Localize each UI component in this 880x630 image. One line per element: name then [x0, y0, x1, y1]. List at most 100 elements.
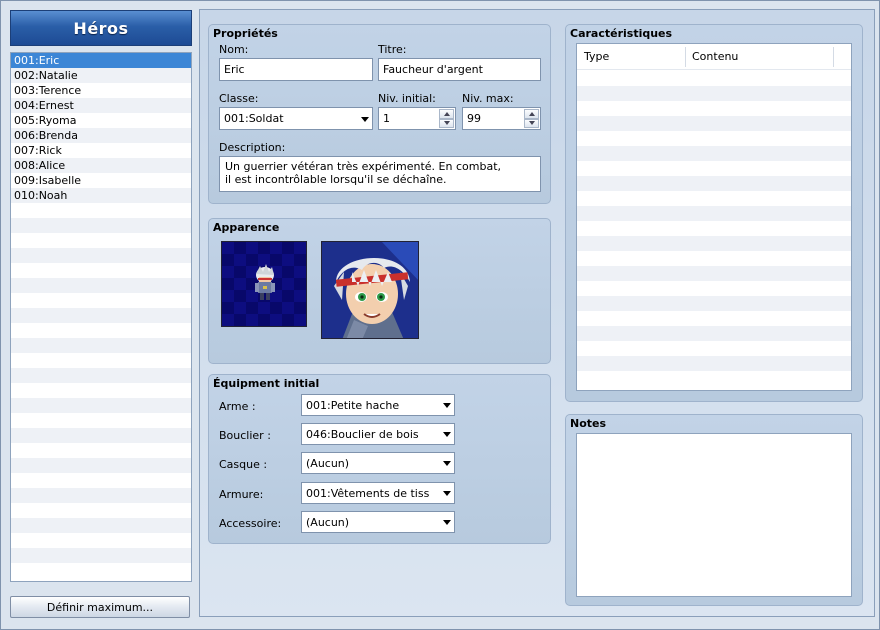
change-maximum-button[interactable]: Définir maximum...	[10, 596, 190, 618]
name-label: Nom:	[219, 43, 249, 56]
spin-down-icon[interactable]	[524, 118, 539, 128]
nickname-input[interactable]: Faucheur d'argent	[378, 58, 541, 81]
hero-list-empty-row[interactable]	[11, 458, 191, 473]
hero-list-empty-row[interactable]	[11, 248, 191, 263]
traits-col-content[interactable]: Contenu	[692, 50, 738, 63]
character-sprite[interactable]	[221, 241, 307, 327]
hero-list-empty-row[interactable]	[11, 413, 191, 428]
hero-list-empty-row[interactable]	[11, 428, 191, 443]
column-divider	[833, 47, 834, 67]
traits-empty-row[interactable]	[577, 266, 851, 281]
shield-value: 046:Bouclier de bois	[306, 427, 419, 441]
hero-list-empty-row[interactable]	[11, 218, 191, 233]
traits-empty-row[interactable]	[577, 101, 851, 116]
hero-list-empty-row[interactable]	[11, 518, 191, 533]
traits-empty-row[interactable]	[577, 236, 851, 251]
hero-list-empty-row[interactable]	[11, 263, 191, 278]
appearance-group: Apparence	[208, 218, 551, 364]
hero-list-item[interactable]: 005:Ryoma	[11, 113, 191, 128]
initial-level-value: 1	[383, 112, 390, 125]
traits-empty-row[interactable]	[577, 371, 851, 386]
weapon-label: Arme :	[219, 400, 256, 413]
traits-empty-row[interactable]	[577, 341, 851, 356]
weapon-select[interactable]: 001:Petite hache	[301, 394, 455, 416]
spin-up-icon[interactable]	[524, 109, 539, 119]
traits-empty-row[interactable]	[577, 86, 851, 101]
hero-list-empty-row[interactable]	[11, 473, 191, 488]
class-select[interactable]: 001:Soldat	[219, 107, 373, 130]
notes-textarea[interactable]	[576, 433, 852, 597]
traits-col-type[interactable]: Type	[584, 50, 609, 63]
hero-list[interactable]: 001:Eric 002:Natalie 003:Terence 004:Ernest…	[10, 52, 192, 582]
equipment-group: Équipment initial Arme : 001:Petite hach…	[208, 374, 551, 544]
max-level-value: 99	[467, 112, 481, 125]
properties-title: Propriétés	[213, 27, 278, 40]
database-window: Héros 001:Eric 002:Natalie 003:Terence 004:…	[0, 0, 880, 630]
hero-list-item[interactable]: 004:Ernest	[11, 98, 191, 113]
spin-down-icon[interactable]	[439, 118, 454, 128]
traits-empty-row[interactable]	[577, 326, 851, 341]
hero-list-empty-row[interactable]	[11, 338, 191, 353]
chevron-down-icon	[443, 432, 451, 437]
chevron-down-icon	[443, 520, 451, 525]
hero-list-item[interactable]: 001:Eric	[11, 53, 191, 68]
notes-group: Notes	[565, 414, 863, 606]
hero-list-empty-row[interactable]	[11, 398, 191, 413]
hero-list-empty-row[interactable]	[11, 563, 191, 578]
hero-list-panel: Héros 001:Eric 002:Natalie 003:Terence 004:…	[7, 7, 193, 625]
name-input[interactable]: Eric	[219, 58, 373, 81]
traits-empty-row[interactable]	[577, 221, 851, 236]
equipment-title: Équipment initial	[213, 377, 320, 390]
nickname-value: Faucheur d'argent	[383, 63, 483, 76]
traits-empty-row[interactable]	[577, 281, 851, 296]
traits-empty-row[interactable]	[577, 131, 851, 146]
hero-list-item[interactable]: 002:Natalie	[11, 68, 191, 83]
hero-list-empty-row[interactable]	[11, 368, 191, 383]
traits-empty-row[interactable]	[577, 251, 851, 266]
max-level-spinner[interactable]: 99	[462, 107, 541, 130]
hero-list-empty-row[interactable]	[11, 308, 191, 323]
character-face[interactable]	[321, 241, 419, 339]
description-textarea[interactable]: Un guerrier vétéran très expérimenté. En…	[219, 156, 541, 192]
helmet-select[interactable]: (Aucun)	[301, 452, 455, 474]
hero-list-empty-row[interactable]	[11, 203, 191, 218]
traits-empty-row[interactable]	[577, 296, 851, 311]
traits-empty-row[interactable]	[577, 176, 851, 191]
hero-list-item[interactable]: 008:Alice	[11, 158, 191, 173]
hero-list-empty-row[interactable]	[11, 488, 191, 503]
traits-empty-row[interactable]	[577, 116, 851, 131]
hero-list-empty-row[interactable]	[11, 353, 191, 368]
traits-empty-row[interactable]	[577, 146, 851, 161]
spin-up-icon[interactable]	[439, 109, 454, 119]
shield-select[interactable]: 046:Bouclier de bois	[301, 423, 455, 445]
initial-level-label: Niv. initial:	[378, 92, 436, 105]
traits-empty-row[interactable]	[577, 191, 851, 206]
hero-list-item[interactable]: 009:Isabelle	[11, 173, 191, 188]
hero-list-empty-row[interactable]	[11, 533, 191, 548]
hero-list-item[interactable]: 006:Brenda	[11, 128, 191, 143]
hero-list-empty-row[interactable]	[11, 548, 191, 563]
accessory-select[interactable]: (Aucun)	[301, 511, 455, 533]
properties-group: Propriétés Nom: Eric Titre: Faucheur d'a…	[208, 24, 551, 204]
class-label: Classe:	[219, 92, 259, 105]
traits-title: Caractéristiques	[570, 27, 673, 40]
traits-empty-row[interactable]	[577, 161, 851, 176]
initial-level-spinner[interactable]: 1	[378, 107, 456, 130]
hero-list-empty-row[interactable]	[11, 323, 191, 338]
traits-empty-row[interactable]	[577, 206, 851, 221]
traits-empty-row[interactable]	[577, 311, 851, 326]
max-level-label: Niv. max:	[462, 92, 514, 105]
hero-list-empty-row[interactable]	[11, 503, 191, 518]
hero-list-empty-row[interactable]	[11, 383, 191, 398]
hero-list-item[interactable]: 007:Rick	[11, 143, 191, 158]
hero-list-empty-row[interactable]	[11, 443, 191, 458]
hero-list-empty-row[interactable]	[11, 293, 191, 308]
traits-empty-row[interactable]	[577, 356, 851, 371]
weapon-value: 001:Petite hache	[306, 398, 400, 412]
armor-select[interactable]: 001:Vêtements de tiss	[301, 482, 455, 504]
traits-table[interactable]: Type Contenu	[576, 43, 852, 391]
hero-list-item[interactable]: 003:Terence	[11, 83, 191, 98]
hero-list-empty-row[interactable]	[11, 233, 191, 248]
hero-list-empty-row[interactable]	[11, 278, 191, 293]
hero-list-item[interactable]: 010:Noah	[11, 188, 191, 203]
